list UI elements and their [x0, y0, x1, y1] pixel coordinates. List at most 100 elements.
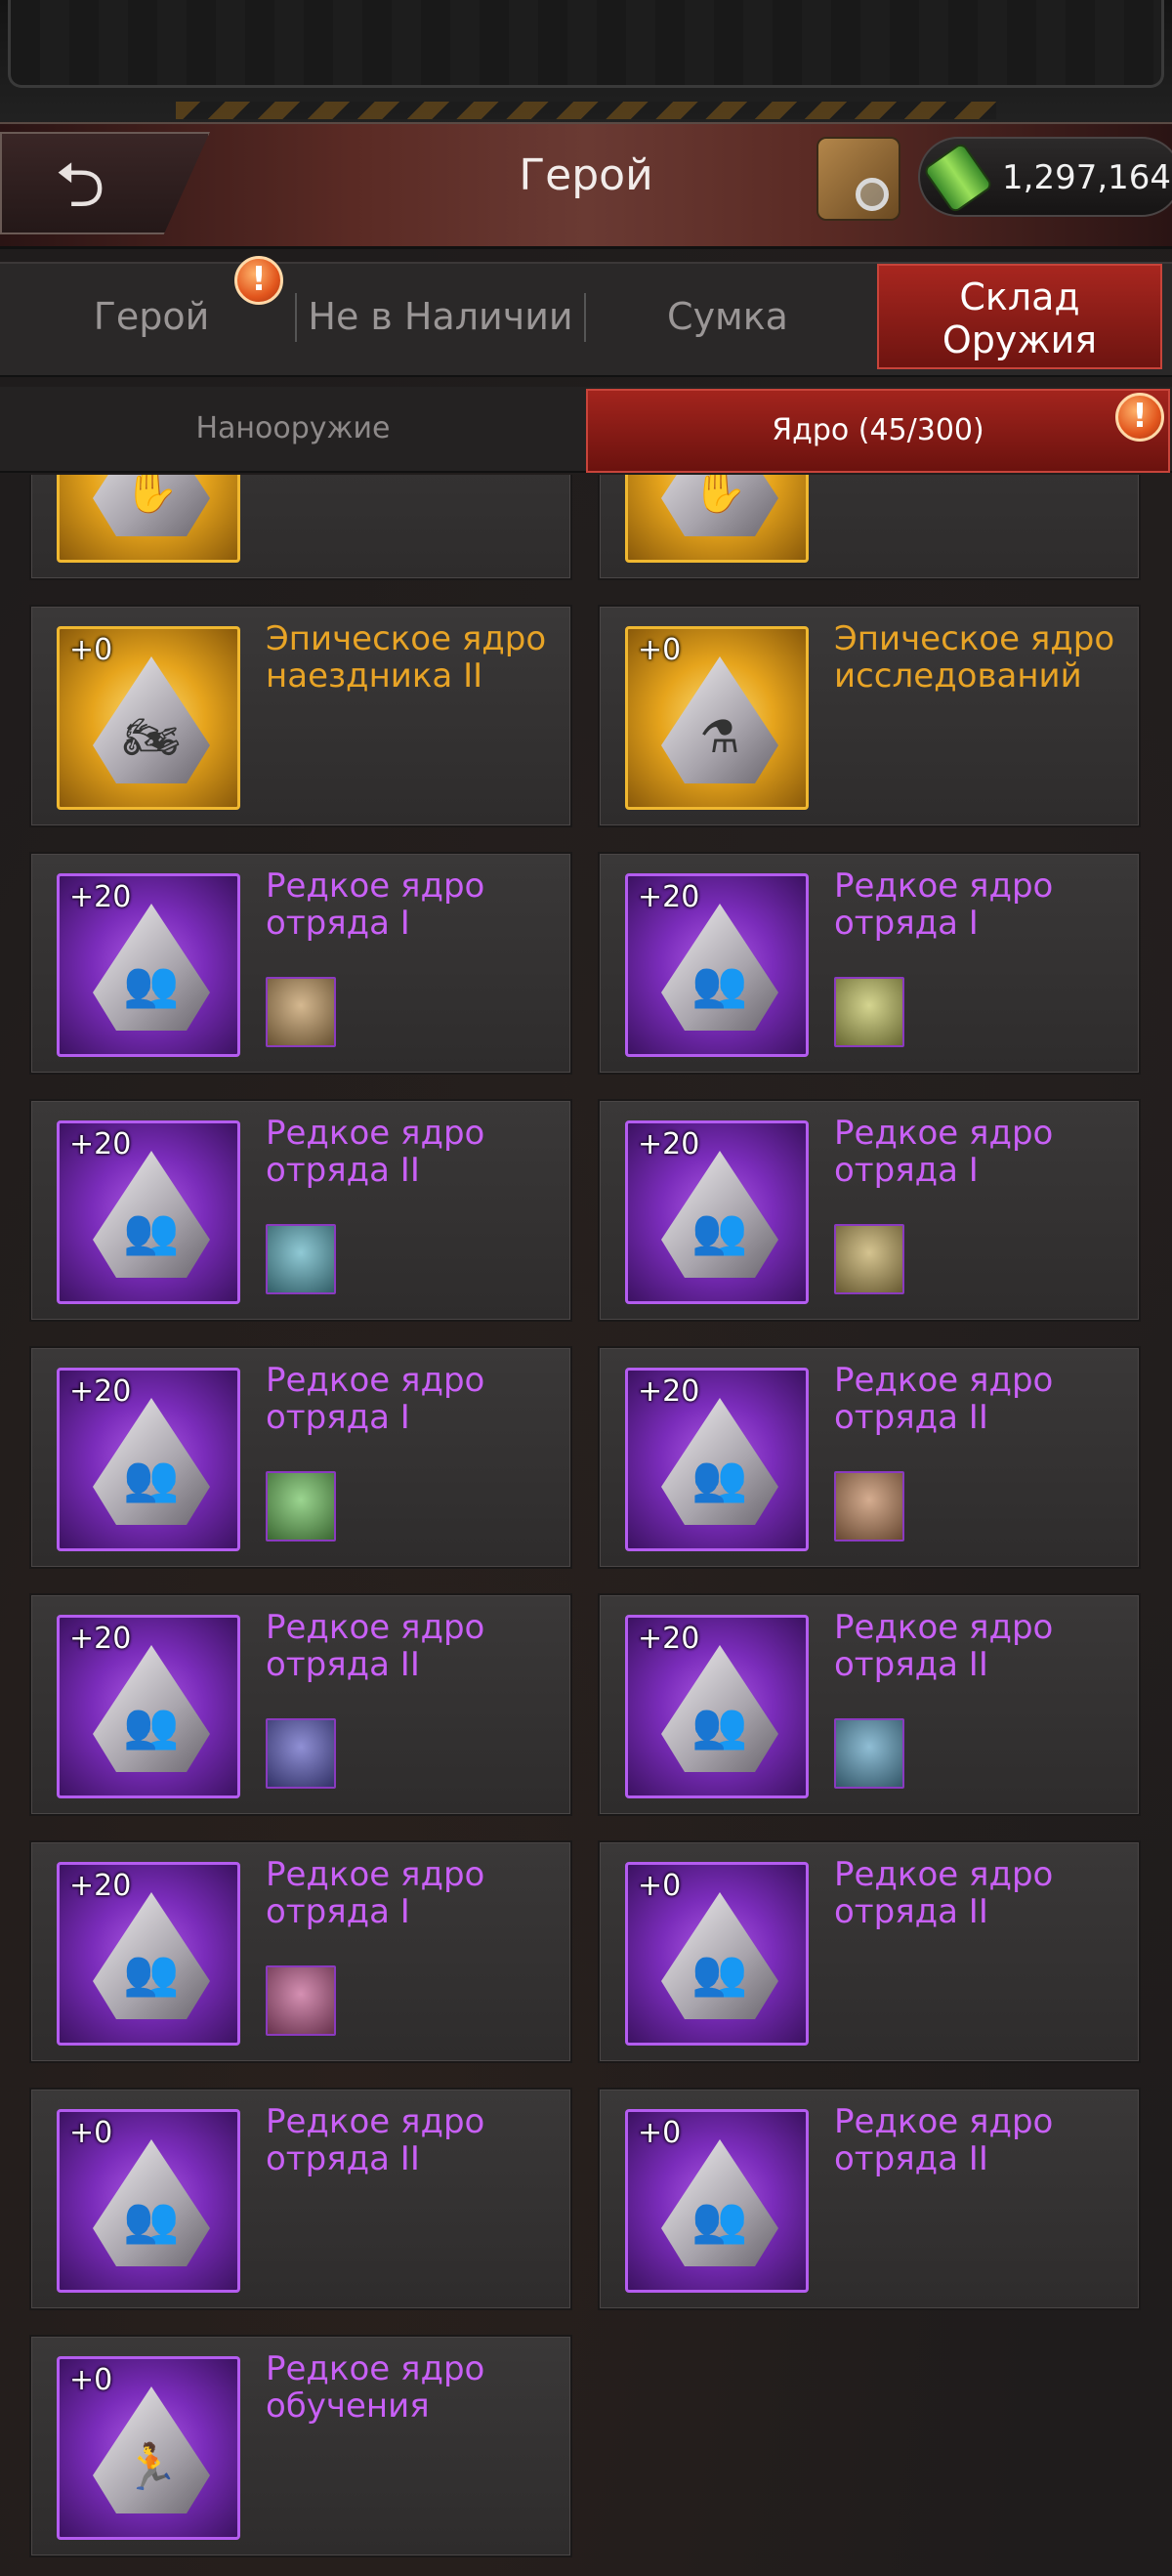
back-arrow-icon: ⮌ [55, 149, 105, 222]
squad-icon: 👥 [123, 1204, 180, 1257]
core-item-icon: 👥 +0 [57, 2109, 240, 2293]
core-name: Редкое ядро отряда I [266, 1855, 485, 1931]
core-item-icon: ⚗ +0 [625, 626, 809, 810]
core-level: +0 [638, 1869, 682, 1903]
rider-icon: 🏍 [122, 710, 181, 763]
core-level: +0 [69, 2363, 113, 2397]
squad-icon: 👥 [123, 1699, 180, 1752]
core-name: Редкое ядро отряда I [266, 1361, 485, 1437]
hand-icon: ✋ [691, 475, 748, 516]
core-card[interactable]: 👥 +20 Редкое ядро отряда II [598, 1593, 1141, 1816]
squad-icon: 👥 [123, 1946, 180, 1999]
page-title: Герой [519, 150, 653, 200]
magnifier-icon [856, 178, 889, 211]
core-name: Эпическое ядро исследований [834, 619, 1115, 696]
battery-icon [922, 141, 994, 215]
core-list[interactable]: ✋ ✋ 🏍 +0 Эпическое ядро наездника II ⚗ +0 Эпиче… [0, 475, 1172, 2576]
top-frame [0, 0, 1172, 127]
core-level: +20 [69, 1869, 132, 1903]
core-name: Редкое ядро отряда II [266, 2102, 485, 2178]
core-card[interactable]: 👥 +20 Редкое ядро отряда II [598, 1346, 1141, 1569]
core-item-icon: 👥 +20 [57, 1368, 240, 1551]
equipped-hero-avatar[interactable] [834, 1471, 904, 1541]
core-item-icon: 🏍 +0 [57, 626, 240, 810]
top-frame-panel [8, 0, 1164, 88]
core-level: +20 [69, 1374, 132, 1409]
core-level: +20 [69, 1127, 132, 1161]
core-card[interactable]: 👥 +20 Редкое ядро отряда I [29, 1346, 572, 1569]
core-item-icon: 👥 +20 [625, 1615, 809, 1798]
equipped-hero-avatar[interactable] [266, 1965, 336, 2036]
resource-amount: 1,297,164 [1002, 158, 1172, 197]
tab-hero[interactable]: Герой [68, 262, 234, 371]
squad-icon: 👥 [691, 1699, 748, 1752]
hero-codex-icon[interactable] [816, 137, 900, 221]
core-card[interactable]: 👥 +20 Редкое ядро отряда I [598, 852, 1141, 1075]
core-item-icon: 🏃 +0 [57, 2356, 240, 2540]
tab-armory[interactable]: Склад Оружия [877, 264, 1162, 369]
core-card[interactable]: ✋ [29, 475, 572, 580]
core-card[interactable]: ⚗ +0 Эпическое ядро исследований [598, 605, 1141, 827]
core-name: Редкое ядро отряда II [834, 2102, 1054, 2178]
resource-counter[interactable]: 1,297,164 [918, 137, 1172, 217]
core-card[interactable]: 👥 +0 Редкое ядро отряда II [29, 2088, 572, 2310]
equipped-hero-avatar[interactable] [266, 1471, 336, 1541]
squad-icon: 👥 [691, 1204, 748, 1257]
flask-icon: ⚗ [699, 710, 740, 763]
core-card[interactable]: 👥 +0 Редкое ядро отряда II [598, 2088, 1141, 2310]
core-name: Редкое ядро обучения [266, 2349, 485, 2426]
equipped-hero-avatar[interactable] [266, 1224, 336, 1294]
equipped-hero-avatar[interactable] [834, 1718, 904, 1789]
core-card[interactable]: ✋ [598, 475, 1141, 580]
subtab-nanoweapon[interactable]: Нанооружие [0, 389, 586, 469]
equipped-hero-avatar[interactable] [266, 1718, 336, 1789]
core-name: Редкое ядро отряда II [834, 1608, 1054, 1684]
hazard-stripes [176, 102, 996, 119]
core-level: +0 [69, 2116, 113, 2150]
equipped-hero-avatar[interactable] [834, 1224, 904, 1294]
core-item-icon: 👥 +20 [625, 1368, 809, 1551]
core-name: Редкое ядро отряда I [266, 866, 485, 943]
tab-bag[interactable]: Сумка [606, 262, 850, 371]
core-name: Эпическое ядро наездника II [266, 619, 547, 696]
tab-divider [584, 293, 586, 342]
equipped-hero-avatar[interactable] [266, 977, 336, 1047]
core-card[interactable]: 👥 +20 Редкое ядро отряда I [29, 852, 572, 1075]
core-card[interactable]: 👥 +20 Редкое ядро отряда II [29, 1099, 572, 1322]
core-card[interactable]: 👥 +0 Редкое ядро отряда II [598, 1840, 1141, 2063]
core-level: +20 [638, 1622, 700, 1656]
core-name: Редкое ядро отряда I [834, 866, 1054, 943]
core-item-icon: 👥 +20 [57, 873, 240, 1057]
core-level: +20 [69, 880, 132, 914]
squad-icon: 👥 [691, 957, 748, 1010]
hero-tab-alert-icon: ! [234, 256, 283, 305]
core-name: Редкое ядро отряда II [266, 1114, 485, 1190]
core-level: +20 [638, 1374, 700, 1409]
core-level: +0 [69, 633, 113, 667]
squad-icon: 👥 [123, 1452, 180, 1504]
core-card[interactable]: 👥 +20 Редкое ядро отряда I [29, 1840, 572, 2063]
core-card[interactable]: 👥 +20 Редкое ядро отряда I [598, 1099, 1141, 1322]
core-level: +0 [638, 2116, 682, 2150]
core-item-icon: 👥 +20 [57, 1120, 240, 1304]
subtab-core[interactable]: Ядро (45/300) [586, 389, 1170, 473]
equipped-hero-avatar[interactable] [834, 977, 904, 1047]
core-item-icon: 👥 +20 [625, 873, 809, 1057]
core-level: +0 [638, 633, 682, 667]
runner-icon: 🏃 [123, 2440, 180, 2493]
squad-icon: 👥 [691, 1452, 748, 1504]
tab-not-owned[interactable]: Не в Наличии [298, 262, 583, 371]
core-level: +20 [638, 1127, 700, 1161]
core-item-icon: ✋ [57, 475, 240, 563]
core-item-icon: 👥 +20 [625, 1120, 809, 1304]
core-card[interactable]: 🏍 +0 Эпическое ядро наездника II [29, 605, 572, 827]
squad-icon: 👥 [691, 1946, 748, 1999]
core-name: Редкое ядро отряда II [834, 1361, 1054, 1437]
core-card[interactable]: 🏃 +0 Редкое ядро обучения [29, 2335, 572, 2557]
hand-icon: ✋ [123, 475, 180, 516]
squad-icon: 👥 [123, 2193, 180, 2246]
core-item-icon: 👥 +0 [625, 1862, 809, 2046]
core-card[interactable]: 👥 +20 Редкое ядро отряда II [29, 1593, 572, 1816]
core-item-icon: 👥 +20 [57, 1615, 240, 1798]
core-level: +20 [69, 1622, 132, 1656]
